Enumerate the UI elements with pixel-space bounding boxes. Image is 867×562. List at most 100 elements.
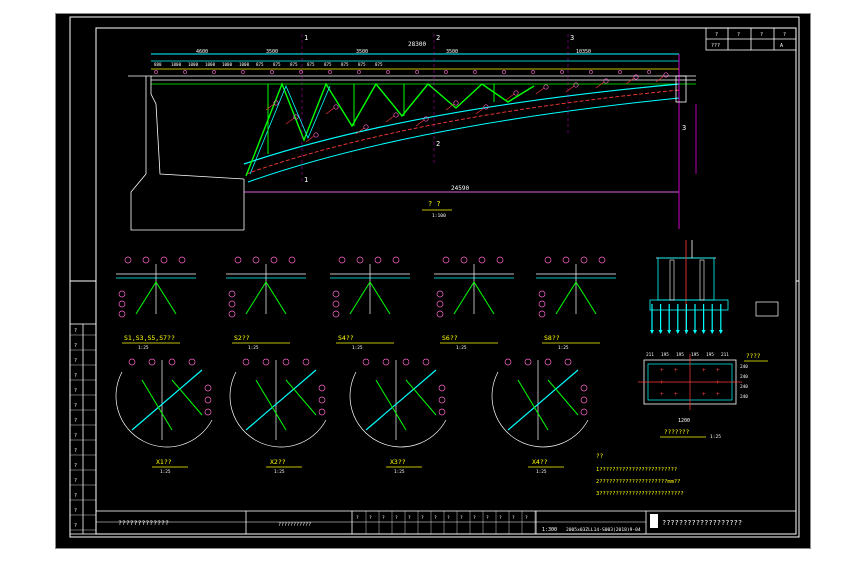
plate-top-dim: 211 bbox=[646, 352, 654, 358]
chord-dim: 875 bbox=[256, 62, 264, 67]
sign-label: ? bbox=[408, 515, 411, 521]
cad-viewport[interactable]: ? ? ? ? ??? A ?????????????? ???????????… bbox=[55, 13, 811, 549]
plate-plan: + + + + + + + + + + 211 195 195 195 195 211 240 240 240 24… bbox=[638, 352, 748, 440]
sign-label: ? bbox=[356, 515, 359, 521]
detail-s-2: S4?? 1:25 bbox=[330, 256, 410, 351]
svg-text:+: + bbox=[674, 391, 678, 398]
detail-s-3: S6?? 1:25 bbox=[434, 256, 514, 351]
detail-scale-1: 1:25 bbox=[248, 345, 259, 351]
detail-s-4: S8?? 1:25 bbox=[536, 256, 616, 351]
plate-bottom-dim: 1200 bbox=[678, 418, 690, 424]
detail-label-7: X3?? bbox=[390, 458, 406, 466]
side-label: ? bbox=[74, 343, 77, 349]
rev-head-1: ? bbox=[737, 32, 740, 38]
side-label: ? bbox=[74, 358, 77, 364]
chord-dim: 875 bbox=[273, 62, 281, 67]
sign-label: ? bbox=[460, 515, 463, 521]
project-name: ????????????? bbox=[118, 519, 169, 527]
sign-label: ? bbox=[382, 515, 385, 521]
detail-scale-7: 1:25 bbox=[394, 469, 405, 475]
side-label: ? bbox=[74, 418, 77, 424]
title-block: ????????????? ??????????? 1:300 2005x03Z… bbox=[95, 510, 797, 535]
sign-label: ? bbox=[421, 515, 424, 521]
sign-label: ? bbox=[434, 515, 437, 521]
svg-text:+: + bbox=[660, 379, 664, 386]
logo-mark bbox=[650, 514, 658, 528]
sign-label: ? bbox=[395, 515, 398, 521]
detail-label-0: S1,S3,S5,S7?? bbox=[124, 334, 175, 342]
chord-dim: 875 bbox=[324, 62, 332, 67]
rev-head-2: ? bbox=[760, 32, 763, 38]
rev-date: ??? bbox=[711, 43, 720, 49]
chord-dim: 875 bbox=[307, 62, 315, 67]
chord-dim: 880 bbox=[154, 62, 162, 67]
svg-text:+: + bbox=[660, 391, 664, 398]
note-line-3: 3?????????????????????????? bbox=[596, 491, 684, 497]
elevation-view: 1 1 2 2 3 3 28300 3500 3500 3500 10350 4… bbox=[128, 34, 697, 231]
chord-dim: 1000 bbox=[188, 62, 199, 67]
svg-text:+: + bbox=[716, 367, 720, 374]
drawing-number: 2005x03ZLL14-S003(2018)9-04 bbox=[566, 527, 641, 533]
axis-mark-3b: 3 bbox=[682, 124, 686, 132]
detail-scale-5: 1:25 bbox=[160, 469, 171, 475]
plate-right-dim: 240 bbox=[740, 374, 748, 380]
sign-label: ? bbox=[473, 515, 476, 521]
detail-label-9: ???? bbox=[746, 353, 761, 360]
chord-dim: 1000 bbox=[171, 62, 182, 67]
axis-mark-1b: 1 bbox=[304, 176, 308, 184]
svg-text:+: + bbox=[716, 391, 720, 398]
chord-dim: 1000 bbox=[205, 62, 216, 67]
left-dim: 4600 bbox=[196, 49, 208, 55]
plate-right-dim: 240 bbox=[740, 394, 748, 400]
axis-mark-3a: 3 bbox=[570, 34, 574, 42]
span-seg-2: 3500 bbox=[446, 49, 458, 55]
note-line-2: 2?????????????????????mm?? bbox=[596, 479, 680, 485]
rev-head-3: ? bbox=[783, 32, 786, 38]
span-seg-0: 3500 bbox=[266, 49, 278, 55]
rev-head-0: ? bbox=[715, 32, 718, 38]
elevation-callouts bbox=[154, 70, 669, 143]
detail-label-4: S8?? bbox=[544, 334, 560, 342]
axis-mark-2b: 2 bbox=[436, 140, 440, 148]
detail-views: S1,S3,S5,S7?? 1:25 S2?? 1:25 S4?? 1:25 S6?? 1:2… bbox=[115, 256, 616, 475]
notes-block: ?? 1???????????????????????? 2??????????… bbox=[596, 453, 684, 497]
detail-x-2: X3?? 1:25 bbox=[349, 358, 447, 475]
chord-dim: 875 bbox=[290, 62, 298, 67]
plate-right-dim: 240 bbox=[740, 364, 748, 370]
sign-label: ? bbox=[369, 515, 372, 521]
detail-label-10: ??????? bbox=[664, 429, 690, 436]
elevation-title: ? ? bbox=[428, 200, 441, 208]
scale-value: 1:300 bbox=[542, 527, 557, 533]
top-chord-dims: 880 1000 1000 1000 1000 1000 875 875 875 875 875 87… bbox=[154, 62, 383, 67]
detail-label-5: X1?? bbox=[156, 458, 172, 466]
plate-right-dim: 240 bbox=[740, 384, 748, 390]
side-label: ? bbox=[74, 388, 77, 394]
detail-s-1: S2?? 1:25 bbox=[226, 256, 306, 351]
plate-top-dim: 195 bbox=[691, 352, 699, 358]
detail-scale-8: 1:25 bbox=[536, 469, 547, 475]
detail-scale-0: 1:25 bbox=[138, 345, 149, 351]
sign-label: ? bbox=[499, 515, 502, 521]
side-label: ? bbox=[74, 478, 77, 484]
detail-label-8: X4?? bbox=[532, 458, 548, 466]
cad-drawing[interactable]: ? ? ? ? ??? A ?????????????? ???????????… bbox=[56, 14, 812, 550]
sign-label: ? bbox=[512, 515, 515, 521]
sign-label: ? bbox=[447, 515, 450, 521]
side-label: ? bbox=[74, 523, 77, 529]
plate-top-dim: 211 bbox=[721, 352, 729, 358]
detail-s-0: S1,S3,S5,S7?? 1:25 bbox=[116, 256, 196, 351]
sign-cells: ?????????????? bbox=[356, 511, 536, 534]
detail-x-3: X4?? 1:25 bbox=[491, 358, 589, 475]
side-label: ? bbox=[74, 433, 77, 439]
inner-frame bbox=[95, 27, 797, 535]
chord-dim: 875 bbox=[341, 62, 349, 67]
axis-mark-2a: 2 bbox=[436, 34, 440, 42]
outer-frame bbox=[69, 16, 800, 538]
svg-text:+: + bbox=[674, 367, 678, 374]
span-seg-1: 3500 bbox=[356, 49, 368, 55]
sign-label: ? bbox=[525, 515, 528, 521]
detail-scale-3: 1:25 bbox=[456, 345, 467, 351]
chord-dim: 875 bbox=[375, 62, 383, 67]
notes-heading: ?? bbox=[596, 453, 604, 460]
side-label: ? bbox=[74, 493, 77, 499]
